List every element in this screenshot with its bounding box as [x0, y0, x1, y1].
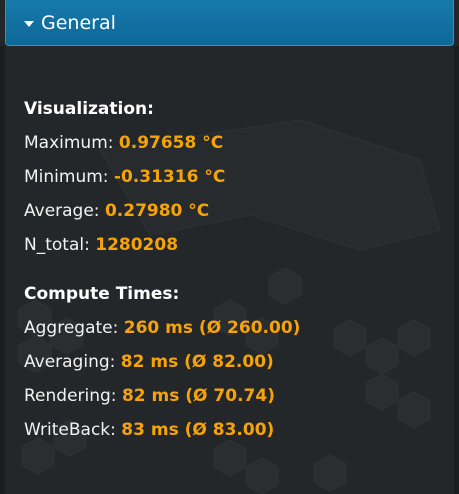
- aggregate-value: 260 ms (Ø 260.00): [123, 318, 301, 338]
- average-value: 0.27980 °C: [104, 201, 210, 221]
- writeback-value: 83 ms (Ø 83.00): [121, 420, 275, 440]
- aggregate-label: Aggregate:: [24, 318, 119, 338]
- minimum-value: -0.31316 °C: [113, 167, 226, 187]
- maximum-row: Maximum: 0.97658 °C: [24, 126, 459, 160]
- aggregate-row: Aggregate: 260 ms (Ø 260.00): [24, 311, 459, 345]
- panel-content: Visualization: Maximum: 0.97658 °C Minim…: [0, 46, 459, 447]
- average-label: Average:: [24, 201, 100, 221]
- writeback-row: WriteBack: 83 ms (Ø 83.00): [24, 413, 459, 447]
- header-title: General: [41, 11, 116, 34]
- rendering-label: Rendering:: [24, 386, 117, 406]
- writeback-label: WriteBack:: [24, 420, 116, 440]
- minimum-label: Minimum:: [24, 167, 109, 187]
- rendering-row: Rendering: 82 ms (Ø 70.74): [24, 379, 459, 413]
- general-header-toggle[interactable]: General: [5, 0, 454, 46]
- n-total-value: 1280208: [95, 235, 179, 255]
- average-row: Average: 0.27980 °C: [24, 194, 459, 228]
- n-total-row: N_total: 1280208: [24, 228, 459, 262]
- maximum-value: 0.97658 °C: [118, 133, 224, 153]
- minimum-row: Minimum: -0.31316 °C: [24, 160, 459, 194]
- averaging-label: Averaging:: [24, 352, 116, 372]
- compute-times-heading: Compute Times:: [24, 284, 180, 304]
- averaging-value: 82 ms (Ø 82.00): [120, 352, 274, 372]
- visualization-heading: Visualization:: [24, 99, 154, 119]
- general-panel: General Visualization: Maximum: 0.97658 …: [0, 0, 459, 494]
- rendering-value: 82 ms (Ø 70.74): [121, 386, 275, 406]
- maximum-label: Maximum:: [24, 133, 114, 153]
- triangle-down-icon: [24, 20, 34, 27]
- averaging-row: Averaging: 82 ms (Ø 82.00): [24, 345, 459, 379]
- n-total-label: N_total:: [24, 235, 90, 255]
